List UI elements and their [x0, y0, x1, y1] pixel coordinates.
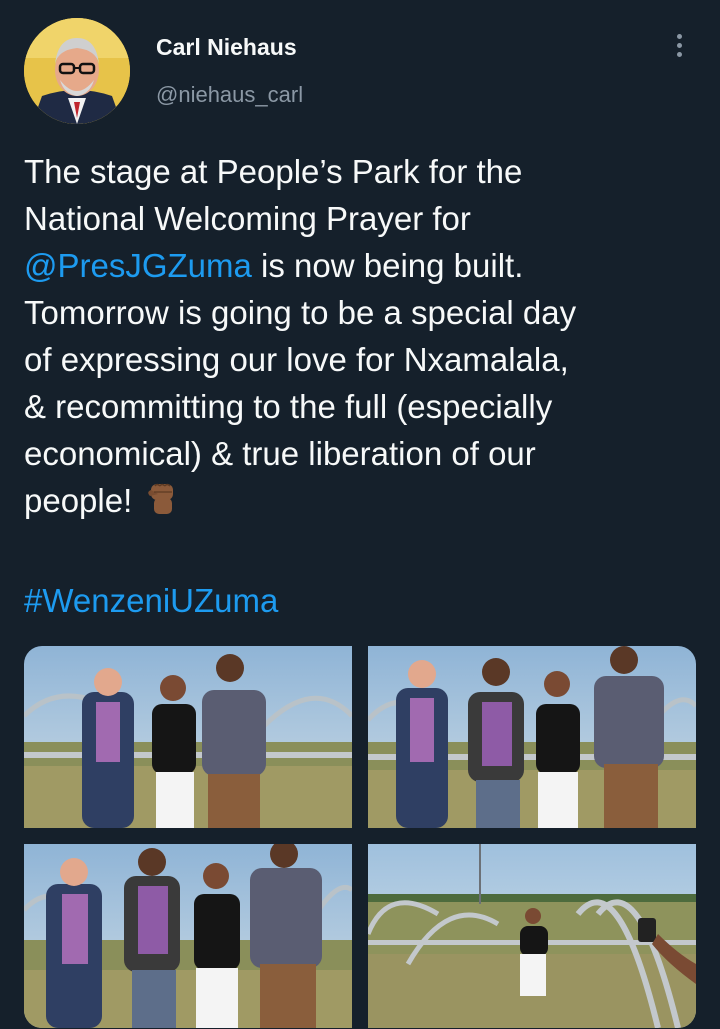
photo-2[interactable] — [368, 646, 696, 828]
photo-3[interactable] — [24, 844, 352, 1028]
raised-fist-emoji — [142, 478, 182, 530]
tweet-line: & recommitting to the full (especially — [24, 388, 553, 425]
tweet-line: @PresJGZuma is now being built. — [24, 242, 696, 289]
more-vertical-icon[interactable] — [674, 34, 684, 62]
tweet-line: people! — [24, 477, 696, 530]
tweet-line: of expressing our love for Nxamalala, — [24, 341, 569, 378]
tweet-text: The stage at People’s Park for the Natio… — [24, 148, 696, 624]
tweet-line: economical) & true liberation of our — [24, 435, 536, 472]
photo-1[interactable] — [24, 646, 352, 828]
tweet-line: The stage at People’s Park for the — [24, 153, 523, 190]
tweet-line: Tomorrow is going to be a special day — [24, 294, 577, 331]
hashtag-link[interactable]: #WenzeniUZuma — [24, 582, 278, 619]
hashtag-line: #WenzeniUZuma — [24, 577, 696, 624]
media-grid — [24, 646, 696, 1028]
tweet-line-text: people! — [24, 482, 133, 519]
tweet-line: National Welcoming Prayer for — [24, 200, 471, 237]
mention-link[interactable]: @PresJGZuma — [24, 247, 252, 284]
tweet-line-rest: is now being built. — [251, 247, 524, 284]
author-name[interactable]: Carl Niehaus — [156, 34, 297, 61]
author-handle[interactable]: @niehaus_carl — [156, 82, 303, 108]
tweet-header: Carl Niehaus @niehaus_carl — [24, 18, 696, 124]
photo-4[interactable] — [368, 844, 696, 1028]
avatar[interactable] — [24, 18, 130, 124]
